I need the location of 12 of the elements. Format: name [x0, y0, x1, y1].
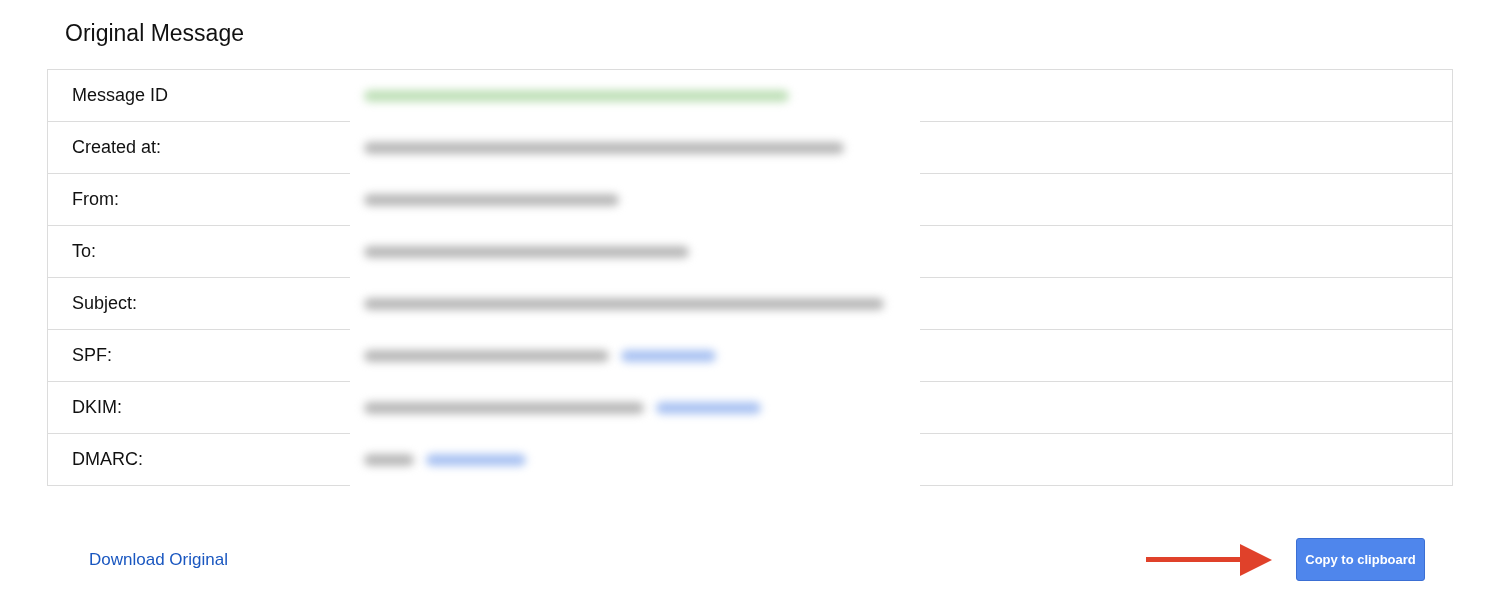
field-label: DKIM: [48, 382, 350, 434]
field-label: Message ID [48, 70, 350, 122]
field-label: Created at: [48, 122, 350, 174]
download-original-link[interactable]: Download Original [89, 549, 228, 570]
section-title: Original Message [65, 20, 245, 47]
redacted-value-drawing [364, 454, 414, 466]
field-label: DMARC: [48, 434, 350, 486]
field-label: To: [48, 226, 350, 278]
field-label: SPF: [48, 330, 350, 382]
copy-to-clipboard-button[interactable]: Copy to clipboard [1296, 538, 1425, 581]
field-label: Subject: [48, 278, 350, 330]
field-label: From: [48, 174, 350, 226]
